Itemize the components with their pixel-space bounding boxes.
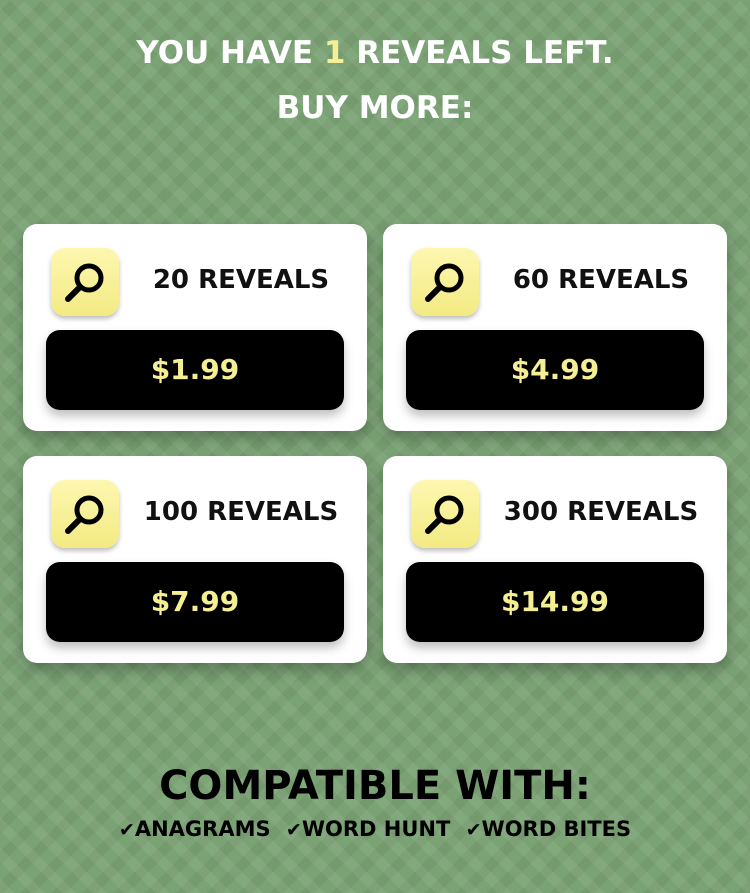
- game-item-word-hunt: ✔WORD HUNT: [286, 817, 450, 841]
- game-label: WORD BITES: [481, 817, 632, 841]
- reveals-left-suffix: REVEALS LEFT.: [356, 35, 614, 71]
- magnifying-glass-icon: [411, 480, 479, 548]
- game-label: WORD HUNT: [301, 817, 451, 841]
- checkmark-icon: ✔: [118, 819, 135, 841]
- reveal-pack-card-100[interactable]: 100 REVEALS $7.99: [23, 456, 367, 663]
- magnifying-glass-icon: [51, 480, 119, 548]
- reveal-pack-card-60[interactable]: 60 REVEALS $4.99: [383, 224, 727, 431]
- game-item-anagrams: ✔ANAGRAMS: [119, 817, 271, 841]
- buy-20-reveals-button[interactable]: $1.99: [46, 330, 344, 410]
- reveal-pack-label: 60 REVEALS: [512, 265, 690, 295]
- reveal-pack-card-20[interactable]: 20 REVEALS $1.99: [23, 224, 367, 431]
- buy-100-reveals-button[interactable]: $7.99: [46, 562, 344, 642]
- reveal-pack-label: 300 REVEALS: [503, 497, 699, 527]
- reveal-pack-label: 20 REVEALS: [152, 265, 330, 295]
- checkmark-icon: ✔: [465, 819, 482, 841]
- game-label: ANAGRAMS: [134, 817, 271, 841]
- magnifying-glass-icon: [51, 248, 119, 316]
- reveals-left-count: 1: [323, 35, 346, 71]
- buy-300-reveals-button[interactable]: $14.99: [406, 562, 704, 642]
- reveal-pack-label: 100 REVEALS: [143, 497, 339, 527]
- compatible-games-list: ✔ANAGRAMS ✔WORD HUNT ✔WORD BITES: [0, 812, 750, 847]
- reveals-left-prefix: YOU HAVE: [136, 35, 314, 71]
- reveal-pack-card-300[interactable]: 300 REVEALS $14.99: [383, 456, 727, 663]
- magnifying-glass-icon: [411, 248, 479, 316]
- buy-more-heading: BUY MORE:: [276, 90, 474, 126]
- compatible-with-heading: COMPATIBLE WITH:: [159, 763, 591, 809]
- game-item-word-bites: ✔WORD BITES: [466, 817, 631, 841]
- reveals-left-line: YOU HAVE 1 REVEALS LEFT.: [0, 26, 750, 81]
- reveals-header: YOU HAVE 1 REVEALS LEFT. BUY MORE:: [0, 26, 750, 136]
- checkmark-icon: ✔: [285, 819, 302, 841]
- buy-60-reveals-button[interactable]: $4.99: [406, 330, 704, 410]
